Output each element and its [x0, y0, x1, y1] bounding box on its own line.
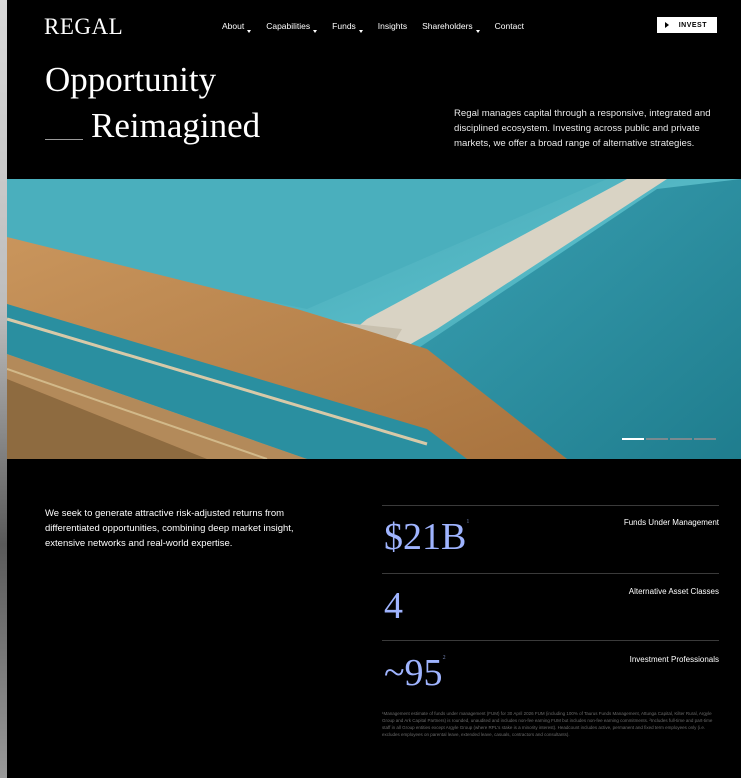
chevron-down-icon — [475, 30, 480, 33]
nav-label: Funds — [332, 21, 356, 31]
carousel-indicators — [622, 438, 716, 440]
footnote-marker: 2 — [442, 655, 446, 661]
nav-label: Contact — [494, 21, 524, 31]
carousel-dot[interactable] — [622, 438, 644, 440]
stat-label-fum: Funds Under Management — [623, 518, 719, 527]
main-nav: About Capabilities Funds Insights Shareh… — [222, 21, 539, 33]
chevron-down-icon — [247, 30, 252, 33]
hero-description: Regal manages capital through a responsi… — [454, 108, 711, 149]
stat-value-professionals: ~952 — [384, 652, 446, 694]
nav-item-shareholders[interactable]: Shareholders — [422, 21, 480, 33]
invest-button[interactable]: INVEST — [657, 17, 717, 33]
footnote-marker: 1 — [466, 519, 470, 525]
stat-value-fum: $21B1 — [384, 516, 470, 558]
stat-value-asset-classes: 4 — [384, 585, 403, 627]
stat-label-asset-classes: Alternative Asset Classes — [628, 587, 719, 596]
nav-item-funds[interactable]: Funds — [332, 21, 363, 33]
hero-title-line1: Opportunity — [45, 60, 217, 99]
chevron-down-icon — [358, 30, 363, 33]
stat-label-professionals: Investment Professionals — [629, 655, 719, 664]
nav-label: Insights — [377, 21, 408, 31]
nav-item-capabilities[interactable]: Capabilities — [266, 21, 318, 33]
nav-item-about[interactable]: About — [222, 21, 252, 33]
stat-divider — [382, 505, 719, 506]
logo[interactable]: REGAL — [44, 14, 123, 40]
nav-label: Capabilities — [266, 21, 311, 31]
stat-divider — [382, 640, 719, 641]
page: REGAL About Capabilities Funds Insights … — [7, 0, 741, 778]
carousel-dot[interactable] — [670, 438, 692, 440]
carousel-dot[interactable] — [646, 438, 668, 440]
hero-divider — [45, 139, 83, 140]
hero-image — [7, 179, 741, 459]
hero-title-line2: Reimagined — [91, 106, 261, 145]
stat-divider — [382, 573, 719, 574]
chevron-down-icon — [313, 30, 318, 33]
carousel-dot[interactable] — [694, 438, 716, 440]
footnote: ¹Management estimate of funds under mana… — [382, 711, 713, 737]
nav-item-insights[interactable]: Insights — [378, 21, 407, 33]
nav-item-contact[interactable]: Contact — [495, 21, 524, 33]
invest-label: INVEST — [678, 21, 707, 29]
mission-statement: We seek to generate attractive risk-adju… — [45, 508, 294, 549]
nav-label: Shareholders — [422, 21, 473, 31]
play-icon — [665, 22, 669, 28]
aerial-landscape-image — [7, 179, 741, 459]
nav-label: About — [222, 21, 245, 31]
